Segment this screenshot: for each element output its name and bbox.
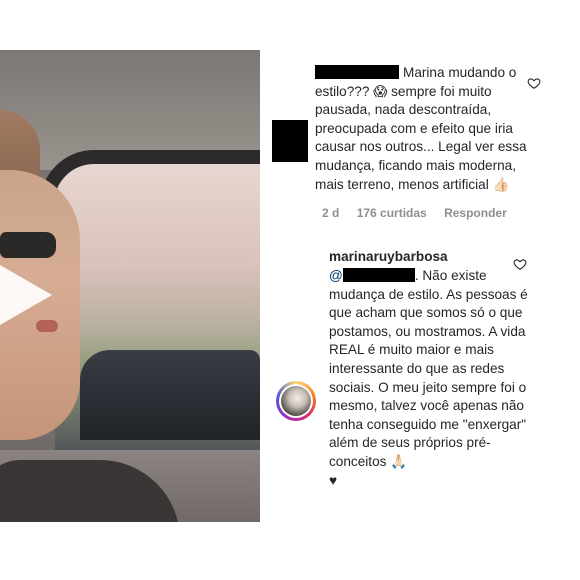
play-icon[interactable] xyxy=(0,265,52,325)
comment-meta: 2 d 176 curtidas Responder xyxy=(322,206,521,220)
comment-text: @. Não existe mudança de estilo. As pess… xyxy=(329,267,529,490)
background-car xyxy=(80,350,260,440)
heart-outline-icon[interactable] xyxy=(527,76,541,90)
comment-body: . Não existe mudança de estilo. As pesso… xyxy=(329,268,528,469)
comment-body: Marina mudando o estilo??? 😱 sempre foi … xyxy=(315,65,527,192)
redacted-username[interactable] xyxy=(315,65,399,79)
comments-panel: Marina mudando o estilo??? 😱 sempre foi … xyxy=(262,50,580,522)
comment-time: 2 d xyxy=(322,206,340,220)
post-photo[interactable] xyxy=(0,50,260,522)
mention-prefix[interactable]: @ xyxy=(329,268,343,283)
avatar[interactable] xyxy=(276,381,316,421)
redacted-avatar[interactable] xyxy=(272,120,308,162)
likes-count[interactable]: 176 curtidas xyxy=(357,206,427,220)
comment-text: Marina mudando o estilo??? 😱 sempre foi … xyxy=(315,64,537,194)
reply-button[interactable]: Responder xyxy=(444,206,507,220)
comment-username[interactable]: marinaruybarbosa xyxy=(329,249,448,264)
heart-outline-icon[interactable] xyxy=(513,257,527,271)
sunglasses xyxy=(0,232,56,258)
redacted-mention[interactable] xyxy=(342,268,415,282)
heart-glyph: ♥ xyxy=(329,472,338,488)
avatar-photo xyxy=(281,386,311,416)
window-frame xyxy=(40,150,260,204)
